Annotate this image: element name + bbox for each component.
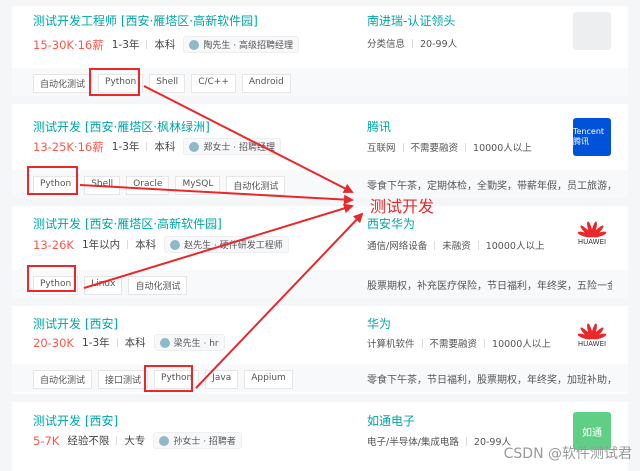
arrow — [195, 212, 364, 389]
arrow — [83, 203, 354, 289]
annotation-arrows — [79, 85, 364, 389]
annotation-label: 测试开发 — [370, 197, 435, 216]
arrow — [143, 85, 354, 193]
watermark: CSDN @软件测试君 — [503, 446, 632, 462]
arrow — [79, 184, 354, 205]
